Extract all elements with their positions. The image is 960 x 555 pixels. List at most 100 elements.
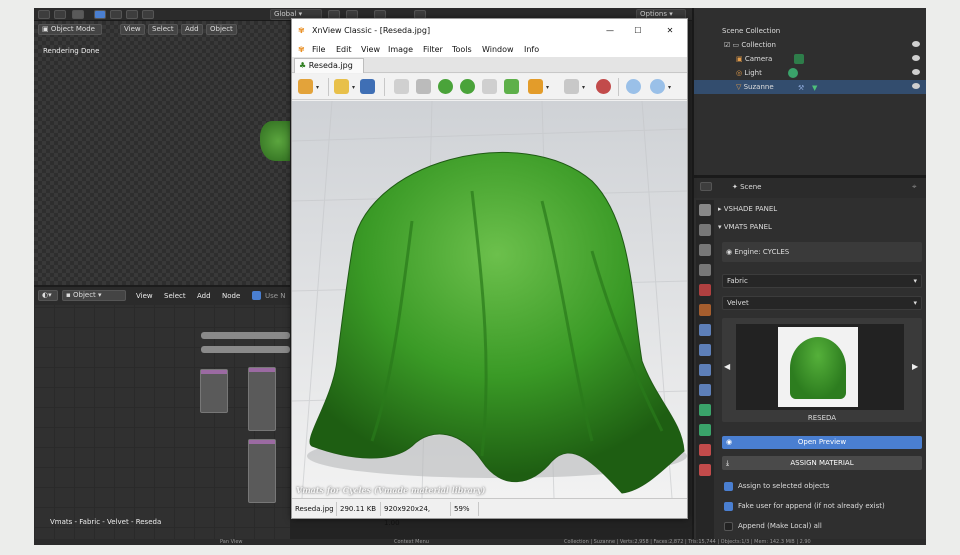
menu-edit[interactable]: Edit [336,43,352,57]
browser-icon[interactable] [298,79,313,94]
outliner-panel[interactable]: Scene Collection ☑ ▭ Collection ▣ Camera… [692,8,926,175]
minimize-icon[interactable]: — [602,19,618,43]
maximize-icon[interactable]: ☐ [630,19,646,43]
menu-file[interactable]: File [312,43,325,57]
tab-reseda[interactable]: ♣ Reseda.jpg [294,58,364,73]
eye-icon[interactable] [912,55,920,61]
output-tab-icon[interactable] [699,244,711,256]
dropdown-icon[interactable] [54,10,66,19]
adjust-icon[interactable] [504,79,519,94]
material-dropdown[interactable]: Velvet ▾ [722,296,922,310]
chevron-down-icon[interactable]: ▾ [352,84,355,91]
select-cursor-icon[interactable] [72,10,84,19]
viewport-menu-add[interactable]: Add [181,24,203,35]
collection-checkbox[interactable]: ☑ [724,41,733,49]
zoom-in-icon[interactable] [626,79,641,94]
crop-icon[interactable] [416,79,431,94]
select-box-icon[interactable] [94,10,106,19]
node-menu-node[interactable]: Node [222,292,240,300]
chevron-down-icon[interactable]: ▾ [668,84,671,91]
xnview-titlebar[interactable]: ✾ XnView Classic - [Reseda.jpg] — ☐ ✕ [292,19,687,43]
viewport-menu-object[interactable]: Object [206,24,237,35]
shader-node-2[interactable] [248,367,276,431]
material-tab-icon[interactable] [699,444,711,456]
favorite-icon[interactable] [596,79,611,94]
data-tab-icon[interactable] [699,424,711,436]
menu-tools[interactable]: Tools [452,43,472,57]
next-material-arrow[interactable]: ▶ [912,362,918,371]
rotate-right-icon[interactable] [460,79,475,94]
node-menu-view[interactable]: View [136,292,153,300]
properties-panel[interactable]: ✦ Scene ⌖ ▸ VSHADE PANEL ▾ VMATS PANEL ◉… [692,175,926,545]
node-tree-type-dropdown[interactable]: ▪ Object ▾ [62,290,126,301]
material-thumbnail[interactable] [778,327,858,407]
node-editor[interactable]: ◐▾ ▪ Object ▾ View Select Add Node Use N… [34,285,290,545]
fake-user-checkbox[interactable] [724,502,733,511]
tool-tab-icon[interactable] [699,204,711,216]
modifier-tab-icon[interactable] [699,344,711,356]
prev-material-arrow[interactable]: ◀ [724,362,730,371]
node-menu-select[interactable]: Select [164,292,186,300]
slideshow-icon[interactable] [564,79,579,94]
node-frame-bar-2[interactable] [201,346,290,353]
resize-icon[interactable] [482,79,497,94]
view-layer-tab-icon[interactable] [699,264,711,276]
shader-node-1[interactable] [200,369,228,413]
assign-material-button[interactable]: ⤓ ASSIGN MATERIAL [722,456,922,470]
outliner-item-collection[interactable]: ☑ ▭ Collection [694,38,926,52]
shader-node-3[interactable] [248,439,276,503]
use-nodes-checkbox[interactable] [252,291,261,300]
open-folder-icon[interactable] [334,79,349,94]
save-icon[interactable] [360,79,375,94]
print-icon[interactable] [394,79,409,94]
menu-window[interactable]: Window [482,43,514,57]
close-icon[interactable]: ✕ [662,19,678,43]
open-preview-button[interactable]: ◉ Open Preview [722,436,922,449]
chevron-down-icon[interactable]: ▾ [582,84,585,91]
scene-tab-icon[interactable] [699,284,711,296]
append-all-checkbox[interactable] [724,522,733,531]
menu-filter[interactable]: Filter [423,43,443,57]
particles-tab-icon[interactable] [699,364,711,376]
constraints-tab-icon[interactable] [699,404,711,416]
outliner-item-light[interactable]: ◎ Light [694,66,926,80]
menu-image[interactable]: Image [388,43,413,57]
node-frame-bar-1[interactable] [201,332,290,339]
select-subtract-icon[interactable] [126,10,138,19]
properties-editor-icon[interactable] [700,182,712,191]
menu-view[interactable]: View [361,43,380,57]
outliner-scene-collection[interactable]: Scene Collection [694,24,926,38]
assign-selected-checkbox[interactable] [724,482,733,491]
world-tab-icon[interactable] [699,304,711,316]
select-extend-icon[interactable] [110,10,122,19]
mode-dropdown[interactable]: ▣ Object Mode [38,24,102,35]
chevron-down-icon[interactable]: ▾ [546,84,549,91]
mode-icon: ▣ [42,25,51,33]
outliner-item-suzanne[interactable]: ▽ Suzanne ⚒ ▼ [694,80,926,94]
outliner-item-camera[interactable]: ▣ Camera [694,52,926,66]
menu-info[interactable]: Info [524,43,539,57]
rotate-left-icon[interactable] [438,79,453,94]
object-tab-icon[interactable] [699,324,711,336]
eye-icon[interactable] [912,41,920,47]
select-intersect-icon[interactable] [142,10,154,19]
effects-icon[interactable] [528,79,543,94]
editor-type-icon[interactable] [38,10,50,19]
node-menu-add[interactable]: Add [197,292,211,300]
vmats-panel-header[interactable]: ▾ VMATS PANEL [718,219,926,235]
viewport-menu-select[interactable]: Select [148,24,178,35]
category-dropdown[interactable]: Fabric ▾ [722,274,922,288]
eye-icon[interactable] [912,83,920,89]
chevron-down-icon[interactable]: ▾ [316,84,319,91]
zoom-fit-icon[interactable] [650,79,665,94]
texture-tab-icon[interactable] [699,464,711,476]
eye-icon[interactable] [912,69,920,75]
render-tab-icon[interactable] [699,224,711,236]
image-view[interactable]: Vmats for Cycles (Vmade material library… [292,101,687,498]
vshade-panel-header[interactable]: ▸ VSHADE PANEL [718,201,926,217]
node-editor-type-dropdown[interactable]: ◐▾ [38,290,58,301]
menu-app-icon[interactable]: ✾ [298,43,305,57]
3d-viewport[interactable]: ▣ Object Mode View Select Add Object Ren… [34,21,290,285]
viewport-menu-view[interactable]: View [120,24,145,35]
physics-tab-icon[interactable] [699,384,711,396]
